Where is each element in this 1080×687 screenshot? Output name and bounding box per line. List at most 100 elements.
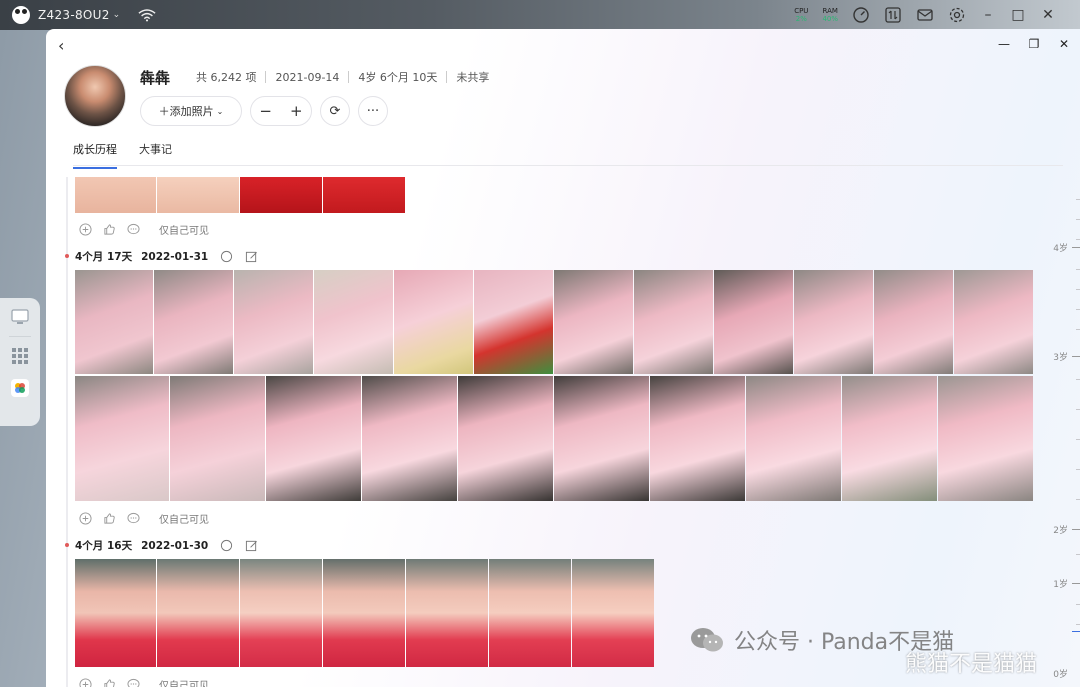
photo-thumbnail[interactable]	[954, 270, 1033, 374]
cpu-meter[interactable]: CPU 2%	[794, 7, 808, 23]
scrubber-tick	[1076, 624, 1080, 625]
group-header: 4个月 16天 2022-01-30	[75, 538, 258, 553]
photo-thumbnail[interactable]	[634, 270, 713, 374]
select-circle-icon[interactable]	[220, 539, 233, 552]
photo-thumbnail[interactable]	[266, 376, 361, 501]
scrubber-label[interactable]: 3岁	[1053, 350, 1068, 363]
item-count: 共 6,242 项	[196, 71, 257, 84]
photo-thumbnail[interactable]	[157, 559, 239, 667]
ram-meter[interactable]: RAM 40%	[822, 7, 838, 23]
comment-icon[interactable]	[127, 223, 140, 236]
photo-thumbnail[interactable]	[874, 270, 953, 374]
zoom-in-button[interactable]: +	[290, 102, 303, 120]
watermark-overlay: 熊猫不是猫猫	[905, 652, 1038, 677]
select-circle-icon[interactable]	[220, 250, 233, 263]
app-grid-icon[interactable]	[11, 347, 29, 365]
minimize-button[interactable]: –	[980, 7, 996, 23]
timeline-scrubber[interactable]: 4岁 3岁 2岁 1岁 0岁	[1040, 179, 1080, 687]
panda-logo-icon[interactable]	[12, 6, 30, 24]
close-button[interactable]: ✕	[1040, 7, 1056, 23]
scrubber-label[interactable]: 1岁	[1053, 577, 1068, 590]
scrubber-label[interactable]: 0岁	[1053, 667, 1068, 680]
comment-icon[interactable]	[127, 512, 140, 525]
photo-thumbnail[interactable]	[394, 270, 473, 374]
scrubber-tick	[1076, 499, 1080, 500]
add-circle-icon[interactable]	[79, 223, 92, 236]
photo-thumbnail[interactable]	[650, 376, 745, 501]
add-circle-icon[interactable]	[79, 512, 92, 525]
photo-thumbnail[interactable]	[554, 270, 633, 374]
group-actions: 仅自己可见	[79, 222, 209, 237]
photo-thumbnail[interactable]	[323, 177, 405, 213]
photo-thumbnail[interactable]	[75, 559, 156, 667]
add-circle-icon[interactable]	[79, 678, 92, 687]
window-close-button[interactable]: ✕	[1058, 37, 1070, 51]
photo-thumbnail[interactable]	[489, 559, 571, 667]
visibility-text: 仅自己可见	[159, 681, 209, 687]
photo-thumbnail[interactable]	[572, 559, 654, 667]
dock-divider	[9, 336, 31, 337]
photo-thumbnail[interactable]	[170, 376, 265, 501]
photo-thumbnail[interactable]	[314, 270, 393, 374]
photo-thumbnail[interactable]	[157, 177, 239, 213]
gear-icon[interactable]	[948, 6, 966, 24]
more-button[interactable]: ···	[358, 96, 388, 126]
monitor-icon[interactable]	[11, 308, 29, 326]
photo-thumbnail[interactable]	[75, 177, 156, 213]
photo-thumbnail[interactable]	[746, 376, 841, 501]
tab-divider	[73, 165, 1063, 166]
thumbs-up-icon[interactable]	[103, 512, 116, 525]
photo-row	[75, 270, 1033, 374]
photos-app-icon[interactable]	[11, 379, 29, 397]
chevron-down-icon[interactable]: ⌄	[113, 10, 121, 20]
back-button[interactable]: ‹	[58, 36, 64, 55]
refresh-button[interactable]: ⟳	[320, 96, 350, 126]
zoom-out-button[interactable]: −	[259, 102, 272, 120]
group-header: 4个月 17天 2022-01-31	[75, 249, 258, 264]
transfer-icon[interactable]	[884, 6, 902, 24]
photo-thumbnail[interactable]	[240, 177, 322, 213]
scrubber-tick	[1076, 289, 1080, 290]
photo-thumbnail[interactable]	[714, 270, 793, 374]
photo-thumbnail[interactable]	[75, 270, 153, 374]
thumbs-up-icon[interactable]	[103, 223, 116, 236]
wifi-icon[interactable]	[138, 8, 156, 22]
meta-divider	[348, 71, 350, 83]
photo-thumbnail[interactable]	[938, 376, 1033, 501]
visibility-text: 仅自己可见	[159, 515, 209, 526]
ram-value: 40%	[822, 15, 838, 23]
photo-thumbnail[interactable]	[474, 270, 553, 374]
thumbs-up-icon[interactable]	[103, 678, 116, 687]
photo-thumbnail[interactable]	[240, 559, 322, 667]
host-name[interactable]: Z423-8OU2	[38, 8, 110, 22]
avatar[interactable]	[64, 65, 126, 127]
photo-thumbnail[interactable]	[234, 270, 313, 374]
photo-thumbnail[interactable]	[323, 559, 405, 667]
window-restore-button[interactable]: ❐	[1028, 37, 1040, 51]
scrubber-position-marker	[1072, 631, 1080, 632]
photo-thumbnail[interactable]	[458, 376, 553, 501]
photo-thumbnail[interactable]	[406, 559, 488, 667]
photo-thumbnail[interactable]	[362, 376, 457, 501]
wechat-icon	[691, 628, 723, 652]
edit-icon[interactable]	[245, 250, 258, 263]
album-name: 犇犇	[140, 69, 171, 87]
photo-thumbnail[interactable]	[75, 376, 169, 501]
photo-thumbnail[interactable]	[842, 376, 937, 501]
window-minimize-button[interactable]: —	[998, 37, 1010, 51]
cpu-label: CPU	[794, 7, 809, 15]
comment-icon[interactable]	[127, 678, 140, 687]
scrubber-tick	[1076, 554, 1080, 555]
album-window: ‹ — ❐ ✕ 犇犇 共 6,242 项 2021-09-14 4岁 6个月 1…	[46, 29, 1080, 687]
maximize-button[interactable]: □	[1010, 7, 1026, 23]
photo-thumbnail[interactable]	[794, 270, 873, 374]
scrubber-label[interactable]: 4岁	[1053, 241, 1068, 254]
mail-icon[interactable]	[916, 6, 934, 24]
speedometer-icon[interactable]	[852, 6, 870, 24]
scrubber-tick	[1076, 239, 1080, 240]
photo-thumbnail[interactable]	[154, 270, 233, 374]
add-photos-button[interactable]: ＋添加照片 ⌄	[140, 96, 242, 126]
scrubber-label[interactable]: 2岁	[1053, 523, 1068, 536]
photo-thumbnail[interactable]	[554, 376, 649, 501]
edit-icon[interactable]	[245, 539, 258, 552]
